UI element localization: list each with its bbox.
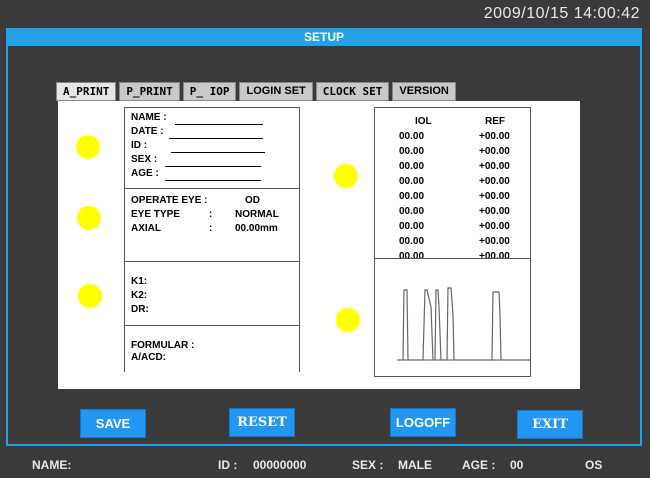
- iol-header: IOL: [415, 116, 432, 127]
- iol-value: 00.00: [399, 146, 425, 157]
- id-line: [171, 152, 265, 153]
- status-id-label: ID :: [218, 458, 238, 472]
- ref-value: +00.00: [479, 221, 510, 232]
- eye-type-label: EYE TYPE: [131, 209, 180, 220]
- iol-value: 00.00: [399, 161, 425, 172]
- window-title-bar: SETUP: [6, 28, 642, 46]
- tab-clock-set[interactable]: CLOCK SET: [315, 82, 390, 101]
- status-age-label: AGE :: [462, 458, 496, 472]
- ref-value: +00.00: [479, 236, 510, 247]
- sex-line: [165, 166, 261, 167]
- iol-value: 00.00: [399, 191, 425, 202]
- iol-value: 00.00: [399, 131, 425, 142]
- ref-value: +00.00: [479, 206, 510, 217]
- ref-value: +00.00: [479, 146, 510, 157]
- axial-colon: :: [209, 223, 213, 234]
- id-label: ID :: [131, 140, 148, 151]
- marker-dot-patient[interactable]: [76, 135, 100, 159]
- status-eye: OS: [585, 458, 603, 472]
- marker-dot-eye[interactable]: [77, 206, 101, 230]
- tab-p-print[interactable]: P_PRINT: [119, 82, 180, 101]
- save-button[interactable]: SAVE: [80, 409, 146, 438]
- tab-p-iop[interactable]: P_ IOP: [182, 82, 237, 101]
- tab-bar: A_PRINT P_PRINT P_ IOP LOGIN SET CLOCK S…: [56, 82, 456, 101]
- marker-dot-iol-table[interactable]: [334, 164, 358, 188]
- waveform-box: [374, 258, 533, 377]
- date-line: [169, 138, 263, 139]
- iol-table-box: IOL REF 00.00 00.00 00.00 00.00 00.00 00…: [374, 107, 531, 262]
- acd-label: A/ACD:: [131, 352, 166, 363]
- keratometry-box: K1: K2: DR:: [124, 261, 300, 326]
- operate-eye-value: OD: [245, 195, 260, 206]
- ref-value: +00.00: [479, 161, 510, 172]
- iol-value: 00.00: [399, 236, 425, 247]
- logoff-button[interactable]: LOGOFF: [390, 408, 456, 437]
- waveform-graph: [397, 287, 533, 361]
- age-label: AGE :: [131, 168, 159, 179]
- formula-box: FORMULAR : A/ACD:: [124, 325, 300, 372]
- eye-type-value: NORMAL: [235, 209, 279, 220]
- age-line: [165, 180, 261, 181]
- iol-value: 00.00: [399, 221, 425, 232]
- marker-dot-waveform[interactable]: [336, 308, 360, 332]
- axial-value: 00.00mm: [235, 223, 278, 234]
- k1-label: K1:: [131, 276, 148, 287]
- eye-info-box: OPERATE EYE : OD EYE TYPE : NORMAL AXIAL…: [124, 188, 300, 262]
- top-bar: 2009/10/15 14:00:42: [0, 0, 650, 28]
- sex-label: SEX :: [131, 154, 158, 165]
- axial-label: AXIAL: [131, 223, 161, 234]
- k2-label: K2:: [131, 290, 148, 301]
- operate-eye-label: OPERATE EYE :: [131, 195, 208, 206]
- name-line: [175, 124, 263, 125]
- reset-button[interactable]: RESET: [229, 408, 295, 437]
- tab-login-set[interactable]: LOGIN SET: [239, 82, 313, 101]
- tab-a-print[interactable]: A_PRINT: [56, 82, 117, 101]
- patient-info-box: NAME : DATE : ID : SEX : AGE :: [124, 107, 300, 189]
- status-sex-value: MALE: [398, 458, 432, 472]
- status-name-label: NAME:: [32, 458, 72, 472]
- print-layout-panel: NAME : DATE : ID : SEX : AGE : OPERATE E…: [58, 101, 580, 389]
- iol-value: 00.00: [399, 206, 425, 217]
- status-bar: NAME: ID : 00000000 SEX : MALE AGE : 00 …: [0, 450, 650, 478]
- iol-values-column: 00.00 00.00 00.00 00.00 00.00 00.00 00.0…: [399, 129, 424, 264]
- ref-value: +00.00: [479, 176, 510, 187]
- marker-dot-keratometry[interactable]: [78, 284, 102, 308]
- dr-label: DR:: [131, 304, 149, 315]
- tab-version[interactable]: VERSION: [392, 82, 456, 101]
- status-age-value: 00: [510, 458, 524, 472]
- ref-value: +00.00: [479, 131, 510, 142]
- date-label: DATE :: [131, 126, 164, 137]
- ref-header: REF: [485, 116, 505, 127]
- exit-button[interactable]: EXIT: [517, 410, 583, 439]
- datetime-display: 2009/10/15 14:00:42: [483, 5, 640, 22]
- ref-values-column: +00.00 +00.00 +00.00 +00.00 +00.00 +00.0…: [479, 129, 510, 264]
- iol-value: 00.00: [399, 176, 425, 187]
- name-label: NAME :: [131, 112, 167, 123]
- status-id-value: 00000000: [253, 458, 307, 472]
- waveform-trace: [397, 287, 533, 361]
- formular-label: FORMULAR :: [131, 340, 195, 351]
- eye-type-colon: :: [209, 209, 213, 220]
- status-sex-label: SEX :: [352, 458, 384, 472]
- ref-value: +00.00: [479, 191, 510, 202]
